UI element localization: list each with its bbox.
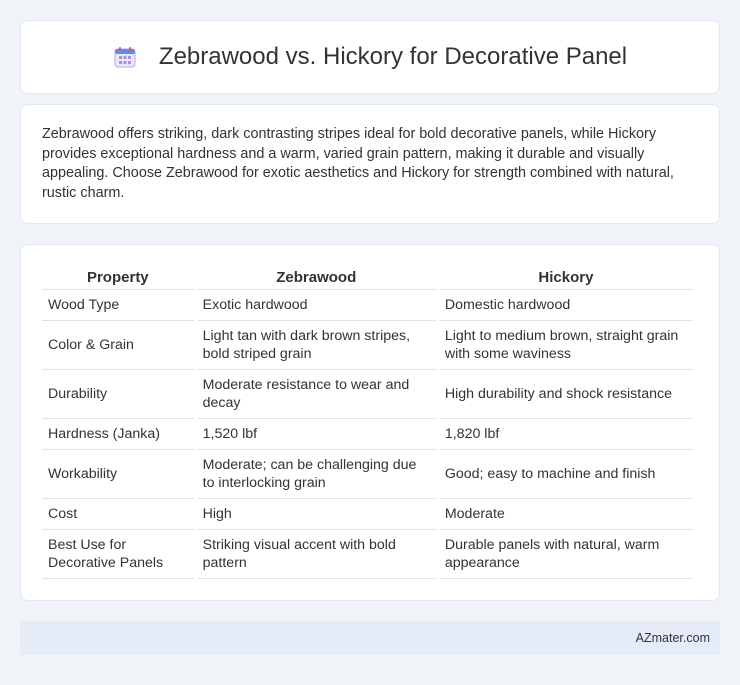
row-zebrawood: Light tan with dark brown stripes, bold … <box>196 321 436 370</box>
table-row: Durability Moderate resistance to wear a… <box>42 370 693 419</box>
row-property: Hardness (Janka) <box>42 419 194 450</box>
row-hickory: Good; easy to machine and finish <box>438 450 693 499</box>
table-row: Hardness (Janka) 1,520 lbf 1,820 lbf <box>42 419 693 450</box>
row-property: Wood Type <box>42 290 194 321</box>
header-zebrawood: Zebrawood <box>196 263 436 290</box>
page-title: Zebrawood vs. Hickory for Decorative Pan… <box>158 43 628 70</box>
row-zebrawood: Moderate resistance to wear and decay <box>196 370 436 419</box>
row-zebrawood: 1,520 lbf <box>196 419 436 450</box>
row-property: Workability <box>42 450 194 499</box>
table-row: Cost High Moderate <box>42 499 693 530</box>
row-hickory: 1,820 lbf <box>438 419 693 450</box>
table-header-row: Property Zebrawood Hickory <box>42 263 693 290</box>
row-hickory: Moderate <box>438 499 693 530</box>
row-hickory: Durable panels with natural, warm appear… <box>438 530 693 579</box>
comparison-table: Property Zebrawood Hickory Wood Type Exo… <box>39 263 696 579</box>
header-property: Property <box>42 263 194 290</box>
footer-site-link[interactable]: AZmater.com <box>636 631 710 645</box>
row-property: Color & Grain <box>42 321 194 370</box>
row-property: Best Use for Decorative Panels <box>42 530 194 579</box>
row-zebrawood: Exotic hardwood <box>196 290 436 321</box>
row-property: Cost <box>42 499 194 530</box>
calendar-icon <box>113 45 137 69</box>
row-zebrawood: High <box>196 499 436 530</box>
footer-bar: AZmater.com <box>20 621 720 655</box>
row-zebrawood: Moderate; can be challenging due to inte… <box>196 450 436 499</box>
row-hickory: High durability and shock resistance <box>438 370 693 419</box>
title-card: Zebrawood vs. Hickory for Decorative Pan… <box>20 20 720 94</box>
row-hickory: Light to medium brown, straight grain wi… <box>438 321 693 370</box>
row-property: Durability <box>42 370 194 419</box>
table-row: Best Use for Decorative Panels Striking … <box>42 530 693 579</box>
table-row: Workability Moderate; can be challenging… <box>42 450 693 499</box>
summary-text: Zebrawood offers striking, dark contrast… <box>42 126 674 201</box>
summary-card: Zebrawood offers striking, dark contrast… <box>20 104 720 224</box>
comparison-card: Property Zebrawood Hickory Wood Type Exo… <box>20 244 720 601</box>
table-row: Color & Grain Light tan with dark brown … <box>42 321 693 370</box>
table-row: Wood Type Exotic hardwood Domestic hardw… <box>42 290 693 321</box>
row-zebrawood: Striking visual accent with bold pattern <box>196 530 436 579</box>
header-hickory: Hickory <box>438 263 693 290</box>
row-hickory: Domestic hardwood <box>438 290 693 321</box>
